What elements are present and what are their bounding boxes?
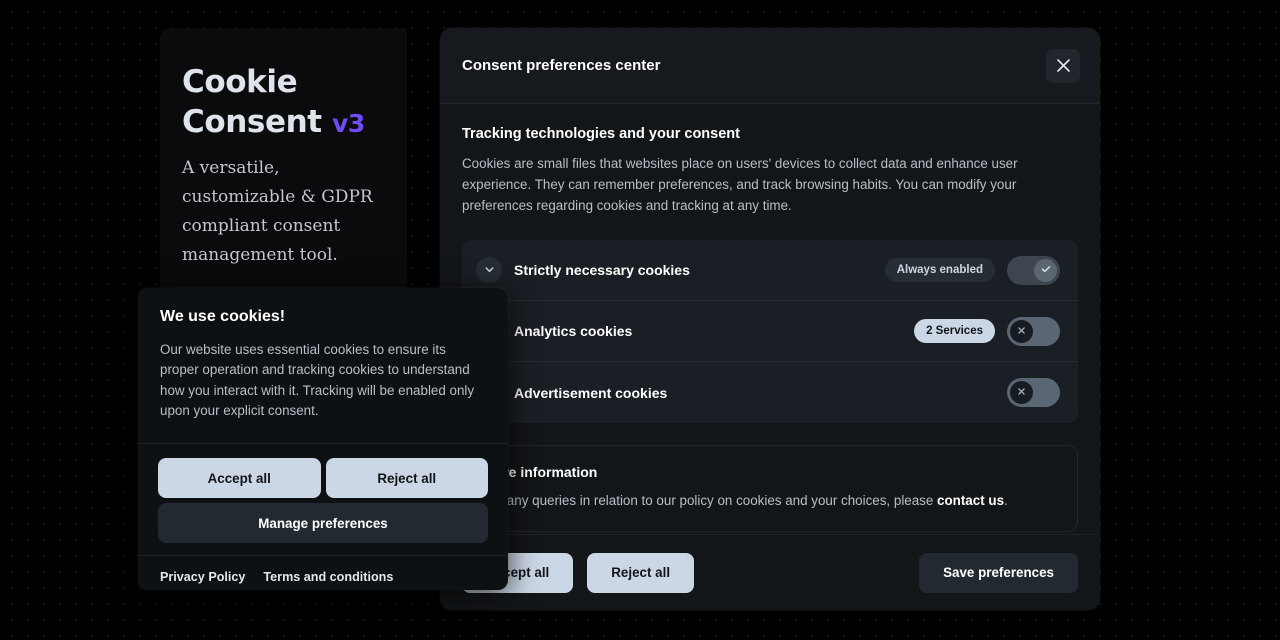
more-information-box: More information For any queries in rela…	[462, 445, 1078, 533]
hero-description: A versatile, customizable & GDPR complia…	[182, 158, 373, 265]
close-button[interactable]	[1046, 48, 1080, 83]
more-information-text-after: .	[1004, 493, 1008, 509]
accordion-row-advertisement[interactable]: Advertisement cookies	[462, 362, 1078, 423]
x-icon	[1016, 385, 1027, 400]
section-heading: Tracking technologies and your consent	[462, 126, 740, 142]
x-icon	[1016, 324, 1027, 339]
chevron-down-icon	[484, 263, 495, 278]
check-icon	[1040, 263, 1052, 278]
terms-and-conditions-link[interactable]: Terms and conditions	[263, 570, 393, 584]
category-label: Strictly necessary cookies	[514, 262, 690, 279]
category-label: Analytics cookies	[514, 323, 633, 340]
dialog-header: Consent preferences center	[440, 28, 1100, 104]
hero-title: Cookie Consent v3	[182, 62, 407, 144]
more-information-text-before: For any queries in relation to our polic…	[483, 493, 938, 509]
save-preferences-button[interactable]: Save preferences	[919, 552, 1078, 593]
services-count-badge[interactable]: 2 Services	[914, 319, 995, 344]
category-label: Advertisement cookies	[514, 384, 668, 401]
dialog-reject-all-button[interactable]: Reject all	[587, 552, 695, 593]
more-information-text: For any queries in relation to our polic…	[483, 491, 1057, 511]
hero-title-line2: Consent v3	[182, 102, 407, 144]
toggle-analytics[interactable]	[1007, 316, 1060, 346]
banner-accept-all-button[interactable]: Accept all	[158, 458, 321, 499]
toggle-advertisement[interactable]	[1007, 378, 1060, 408]
consent-preferences-dialog: Consent preferences center Tracking tech…	[440, 28, 1100, 610]
toggle-knob	[1034, 258, 1057, 282]
contact-us-link[interactable]: contact us	[937, 493, 1004, 508]
banner-title: We use cookies!	[160, 308, 286, 325]
dialog-title: Consent preferences center	[462, 57, 661, 74]
hero-version-badge: v3	[332, 109, 365, 138]
banner-reject-all-button[interactable]: Reject all	[325, 458, 488, 499]
banner-primary-actions: Accept all Reject all	[158, 458, 488, 499]
banner-actions: Accept all Reject all Manage preferences	[138, 443, 508, 555]
toggle-strictly-necessary[interactable]	[1007, 255, 1060, 285]
dialog-body: Tracking technologies and your consent C…	[440, 104, 1100, 534]
accordion-row-analytics[interactable]: Analytics cookies 2 Services	[462, 301, 1078, 363]
accordion-row-strictly-necessary[interactable]: Strictly necessary cookies Always enable…	[462, 240, 1078, 302]
banner-body: We use cookies! Our website uses essenti…	[138, 288, 508, 443]
chevron-down-icon-button[interactable]	[476, 257, 502, 284]
privacy-policy-link[interactable]: Privacy Policy	[160, 570, 245, 584]
close-icon	[1056, 58, 1071, 73]
banner-links: Privacy Policy Terms and conditions	[138, 555, 508, 584]
toggle-knob	[1010, 381, 1033, 405]
cookie-consent-banner: We use cookies! Our website uses essenti…	[138, 288, 508, 590]
more-information-heading: More information	[483, 464, 598, 481]
dialog-footer: Accept all Reject all Save preferences	[440, 534, 1100, 610]
hero-title-line1: Cookie	[182, 64, 298, 100]
banner-description: Our website uses essential cookies to en…	[160, 342, 475, 418]
always-enabled-badge: Always enabled	[884, 258, 995, 283]
toggle-knob	[1010, 319, 1033, 343]
hero-title-line2-text: Consent	[182, 104, 322, 140]
banner-manage-preferences-button[interactable]: Manage preferences	[158, 503, 488, 544]
cookie-category-accordion: Strictly necessary cookies Always enable…	[462, 240, 1078, 424]
section-paragraph: Cookies are small files that websites pl…	[462, 156, 1018, 213]
